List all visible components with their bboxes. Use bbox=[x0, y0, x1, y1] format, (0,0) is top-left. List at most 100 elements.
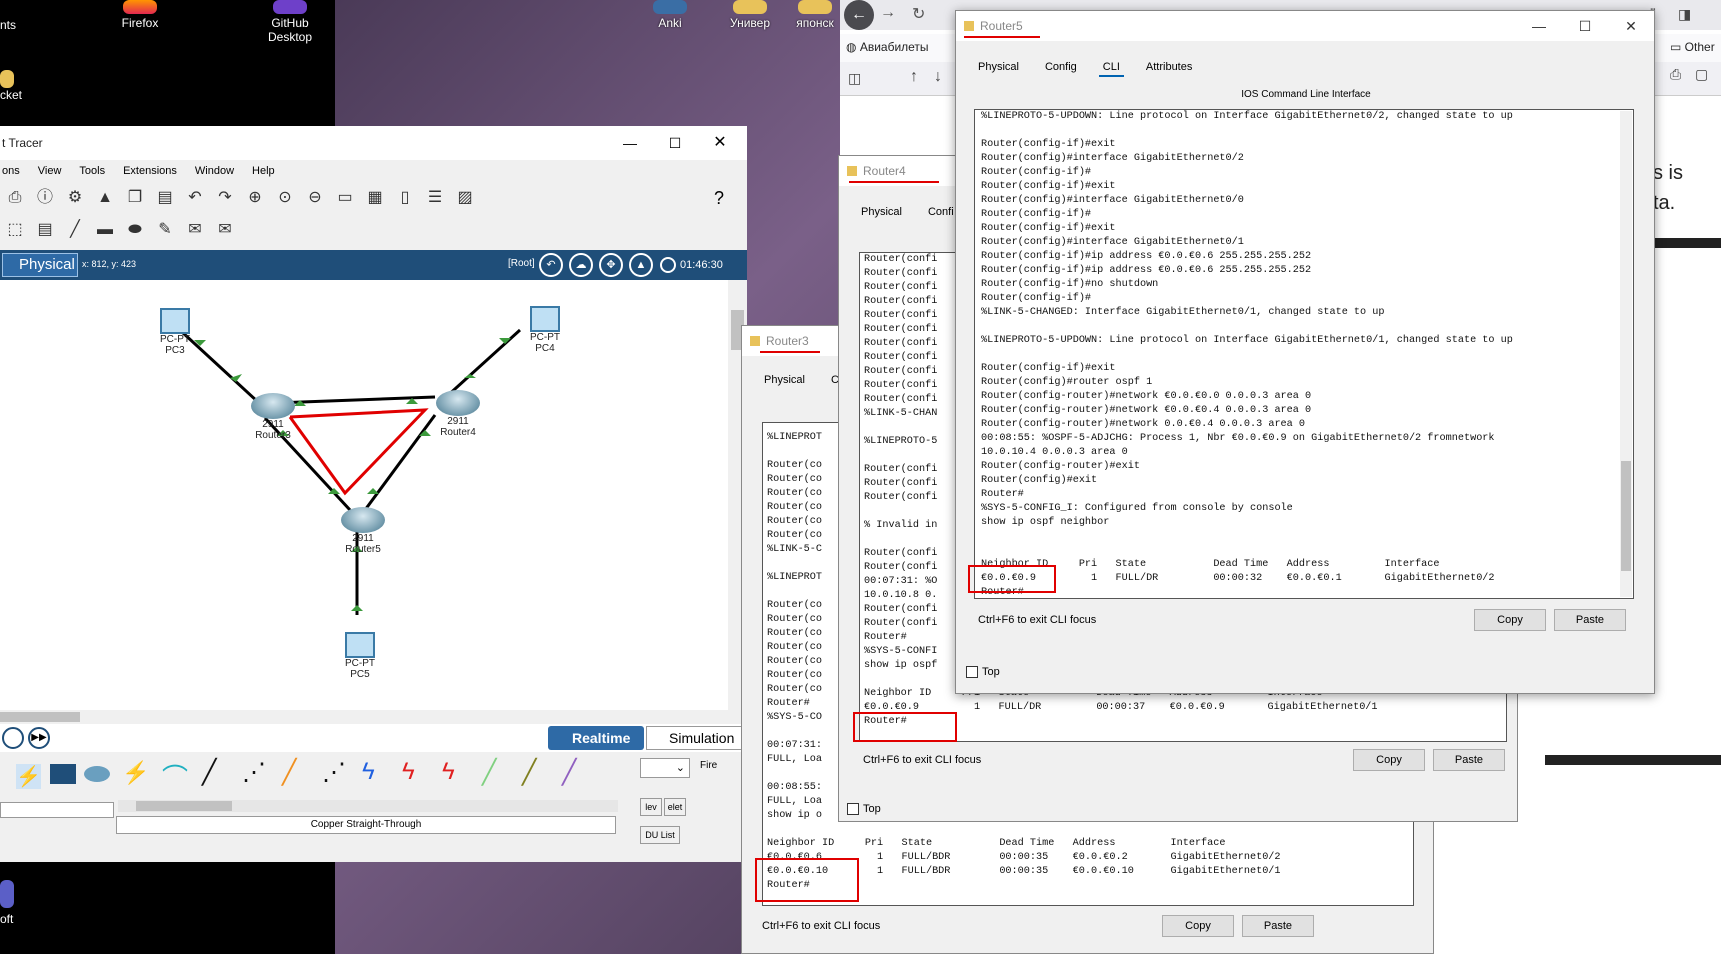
topology-workspace[interactable]: PC-PT PC3 PC-PT PC4 2911 Router3 2911 Router… bbox=[0, 280, 728, 710]
paste-button[interactable]: Paste bbox=[1242, 915, 1314, 937]
back-icon[interactable]: ↶ bbox=[539, 253, 563, 277]
top-checkbox[interactable] bbox=[847, 803, 859, 815]
scenario-dropdown[interactable]: ⌄ bbox=[640, 758, 690, 778]
desktop-icon-oft[interactable]: oft bbox=[0, 880, 30, 926]
simulation-tab[interactable]: Simulation bbox=[646, 726, 744, 750]
copy-button[interactable]: Copy bbox=[1353, 749, 1425, 771]
copy-button[interactable]: Copy bbox=[1474, 609, 1546, 631]
complex-pdu-icon[interactable]: ✉ bbox=[213, 216, 237, 238]
arrow-down-icon[interactable]: ↓ bbox=[934, 68, 942, 86]
router5-cli[interactable]: %LINEPROTO-5-UPDOWN: Line protocol on In… bbox=[974, 109, 1634, 599]
other-bookmarks[interactable]: ▭ Other bbox=[1670, 40, 1715, 54]
tab-physical[interactable]: Physical bbox=[857, 204, 906, 220]
undo-icon[interactable]: ↶ bbox=[183, 182, 207, 206]
paste-button[interactable]: Paste bbox=[1433, 749, 1505, 771]
pdu-icon[interactable]: ✉ bbox=[183, 216, 207, 238]
tab-config[interactable]: Config bbox=[1041, 59, 1081, 77]
maximize-button[interactable]: ☐ bbox=[1562, 11, 1608, 41]
window-icon[interactable]: ▢ bbox=[1695, 66, 1708, 83]
menu-item-tools[interactable]: Tools bbox=[79, 160, 105, 182]
palette-hscroll[interactable] bbox=[118, 800, 618, 812]
console-cable-icon[interactable]: ⌒ bbox=[162, 758, 188, 795]
ellipse-icon[interactable]: ⬬ bbox=[123, 216, 147, 238]
device-pc5[interactable]: PC-PT PC5 bbox=[340, 632, 380, 680]
desktop-icon-nts[interactable]: nts bbox=[0, 0, 40, 32]
desktop-icon-univer[interactable]: Универ bbox=[720, 0, 780, 30]
zoom-reset-icon[interactable]: ⊙ bbox=[273, 182, 297, 206]
tab-config[interactable]: Confi bbox=[924, 204, 958, 220]
cloud-icon[interactable]: ☁ bbox=[569, 253, 593, 277]
device-router3[interactable]: 2911 Router3 bbox=[245, 393, 301, 441]
root-label[interactable]: [Root] bbox=[508, 258, 535, 269]
select-icon[interactable]: ⬚ bbox=[3, 216, 27, 238]
zoom-out-icon[interactable]: ⊖ bbox=[303, 182, 327, 206]
notes-icon[interactable]: ▯ bbox=[393, 182, 417, 206]
menu-item-window[interactable]: Window bbox=[195, 160, 234, 182]
paste-button[interactable]: Paste bbox=[1554, 609, 1626, 631]
custom-device-icon[interactable]: ▦ bbox=[363, 182, 387, 206]
back-icon[interactable]: ← bbox=[844, 0, 874, 30]
end-devices-category-icon[interactable] bbox=[50, 764, 76, 784]
device-list-icon[interactable]: ☰ bbox=[423, 182, 447, 206]
menu-item-extensions[interactable]: Extensions bbox=[123, 160, 177, 182]
usb-cable-icon[interactable]: ╱ bbox=[562, 758, 576, 787]
tab-cli[interactable]: CLI bbox=[1098, 59, 1124, 77]
fast-forward-icon[interactable]: ▶▶ bbox=[28, 727, 50, 749]
tab-physical[interactable]: Physical bbox=[974, 59, 1023, 77]
copy-icon[interactable]: ❐ bbox=[123, 182, 147, 206]
device-router4[interactable]: 2911 Router4 bbox=[430, 390, 486, 438]
copy-button[interactable]: Copy bbox=[1162, 915, 1234, 937]
menu-item-help[interactable]: Help bbox=[252, 160, 275, 182]
realtime-tab[interactable]: Realtime bbox=[548, 726, 644, 750]
activity-wizard-icon[interactable]: ▲ bbox=[93, 182, 117, 206]
wan-category-icon[interactable] bbox=[84, 766, 110, 782]
iot-cable-icon[interactable]: ╱ bbox=[522, 758, 536, 787]
help-icon[interactable]: ? bbox=[714, 182, 724, 214]
straight-through-cable-icon[interactable]: ╱ bbox=[202, 758, 216, 787]
minimize-button[interactable]: — bbox=[1516, 11, 1562, 41]
scroll-thumb[interactable] bbox=[0, 712, 80, 722]
desktop-icon-firefox[interactable]: Firefox bbox=[105, 0, 175, 30]
bookmark-aviabilety[interactable]: ◍ Авиабилеты bbox=[846, 40, 929, 54]
paste-icon[interactable]: ▤ bbox=[153, 182, 177, 206]
device-search-field[interactable] bbox=[0, 802, 114, 818]
device-router5[interactable]: 2911 Router5 bbox=[335, 507, 391, 555]
maximize-button[interactable]: ☐ bbox=[655, 126, 695, 160]
tab-physical[interactable]: Physical bbox=[760, 372, 809, 388]
info-icon[interactable]: ⓘ bbox=[33, 182, 57, 206]
tab-attributes[interactable]: Attributes bbox=[1142, 59, 1196, 77]
desktop-icon-yaponsk[interactable]: японск bbox=[790, 0, 840, 30]
auto-cable-icon[interactable]: ⚡ bbox=[122, 760, 149, 786]
close-button[interactable]: ✕ bbox=[700, 126, 740, 160]
pdu-list-button[interactable]: DU List bbox=[640, 826, 680, 844]
desktop-icon-packet-tracer[interactable]: cket bbox=[0, 70, 30, 102]
device-pc4[interactable]: PC-PT PC4 bbox=[525, 306, 565, 354]
new-scenario-button[interactable]: lev bbox=[640, 798, 662, 816]
desktop-icon-github-desktop[interactable]: GitHub Desktop bbox=[250, 0, 330, 44]
fiber-cable-icon[interactable]: ╱ bbox=[282, 758, 296, 787]
image-icon[interactable]: ▨ bbox=[453, 182, 477, 206]
workspace-hscroll[interactable] bbox=[0, 710, 728, 724]
serial-dte-cable-icon[interactable]: ϟ bbox=[442, 758, 455, 786]
freeform-icon[interactable]: ✎ bbox=[153, 216, 177, 238]
serial-dce-cable-icon[interactable]: ϟ bbox=[402, 758, 415, 786]
drawing-palette-icon[interactable]: ▭ bbox=[333, 182, 357, 206]
coaxial-cable-icon[interactable]: ϟ bbox=[362, 758, 375, 786]
network-icon[interactable]: ⚙ bbox=[63, 182, 87, 206]
arrow-up-icon[interactable]: ↑ bbox=[910, 68, 918, 86]
line-icon[interactable]: ╱ bbox=[63, 216, 87, 238]
background-icon[interactable]: ▲ bbox=[629, 253, 653, 277]
device-pc3[interactable]: PC-PT PC3 bbox=[155, 308, 195, 356]
menu-item[interactable]: ons bbox=[2, 160, 20, 182]
print-icon[interactable]: ⎙ bbox=[1670, 66, 1681, 83]
top-checkbox[interactable] bbox=[966, 666, 978, 678]
reload-icon[interactable]: ↻ bbox=[912, 4, 925, 24]
sidebar-icon[interactable]: ◫ bbox=[848, 70, 861, 87]
scroll-thumb[interactable] bbox=[136, 801, 232, 811]
reset-time-icon[interactable] bbox=[2, 727, 24, 749]
cli-vscroll[interactable] bbox=[1620, 111, 1632, 597]
menu-item-view[interactable]: View bbox=[38, 160, 62, 182]
close-button[interactable]: ✕ bbox=[1608, 11, 1654, 41]
forward-icon[interactable]: → bbox=[880, 4, 896, 22]
rectangle-icon[interactable]: ▬ bbox=[93, 216, 117, 238]
